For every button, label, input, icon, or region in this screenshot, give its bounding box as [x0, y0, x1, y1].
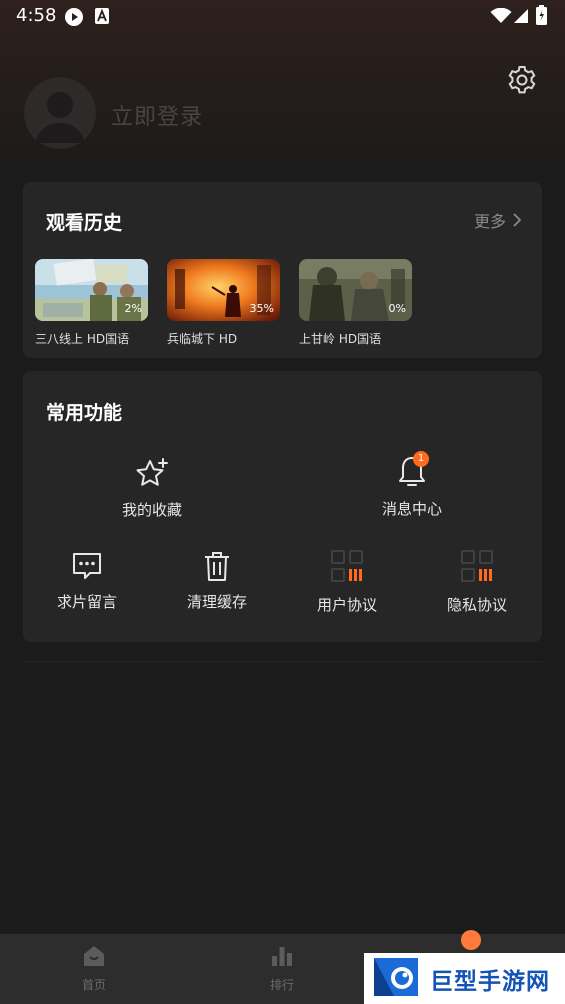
avatar[interactable]: [24, 77, 96, 149]
message-center-label: 消息中心: [381, 500, 442, 518]
status-bar: 4:58: [0, 0, 565, 32]
status-time: 4:58: [16, 5, 57, 26]
watch-progress: 0%: [388, 302, 406, 315]
watch-history-card: 观看历史 更多 2% 三八线上 HD国语 35% 兵临城下 HD 0% 上甘岭 …: [23, 182, 542, 358]
home-icon: [84, 946, 104, 966]
history-title: 三八线上 HD国语: [35, 332, 130, 346]
nav-rank[interactable]: 排行: [222, 944, 342, 993]
settings-gear-icon[interactable]: [506, 64, 538, 96]
wifi-icon: [490, 8, 512, 23]
watch-history-title: 观看历史: [46, 212, 123, 234]
watermark-logo: 巨型手游网: [364, 953, 565, 1004]
play-notification-icon: [65, 8, 83, 26]
message-badge: 1: [413, 451, 429, 467]
privacy-agreement-label: 隐私协议: [446, 596, 507, 614]
watermark-logo-icon: [374, 957, 418, 996]
request-movie-label: 求片留言: [56, 593, 117, 611]
clear-cache-label: 清理缓存: [186, 593, 247, 611]
nav-rank-label: 排行: [269, 978, 294, 992]
history-thumbnail-1[interactable]: 2%: [35, 259, 148, 321]
message-center-button[interactable]: 1 消息中心: [352, 451, 472, 519]
user-agreement-button[interactable]: 用户协议: [287, 549, 407, 615]
nav-profile-icon[interactable]: [461, 930, 481, 950]
favorites-button[interactable]: 我的收藏: [92, 457, 212, 520]
watch-progress: 35%: [249, 302, 274, 315]
nav-home-label: 首页: [81, 978, 106, 992]
chevron-right-icon: [513, 213, 522, 227]
watermark-text: 巨型手游网: [430, 968, 550, 995]
star-sparkle-icon: [136, 458, 168, 486]
nav-home[interactable]: 首页: [34, 944, 154, 993]
request-movie-button[interactable]: 求片留言: [27, 549, 147, 612]
divider: [23, 661, 542, 662]
user-agreement-label: 用户协议: [316, 596, 377, 614]
trash-icon: [205, 552, 229, 581]
history-title: 兵临城下 HD: [167, 332, 238, 346]
common-functions-card: 常用功能 我的收藏 1 消息中心 求片留言 清理缓存 用户协议 隐私协议: [23, 371, 542, 642]
clear-cache-button[interactable]: 清理缓存: [157, 549, 277, 612]
privacy-agreement-button[interactable]: 隐私协议: [417, 549, 537, 615]
user-silhouette-icon: [36, 92, 84, 143]
history-title: 上甘岭 HD国语: [299, 332, 382, 346]
watch-progress: 2%: [124, 302, 142, 315]
battery-icon: [536, 5, 547, 25]
bar-chart-icon: [272, 947, 292, 966]
document-grid-icon: [461, 550, 493, 582]
login-link[interactable]: 立即登录: [111, 99, 203, 131]
history-thumbnail-2[interactable]: 35%: [167, 259, 280, 321]
more-button[interactable]: 更多: [474, 208, 522, 232]
app-notification-icon: [95, 8, 109, 24]
history-thumbnail-3[interactable]: 0%: [299, 259, 412, 321]
more-label: 更多: [473, 212, 506, 231]
common-functions-title: 常用功能: [46, 402, 123, 424]
chat-bubble-icon: [73, 553, 101, 579]
signal-icon: [514, 9, 528, 23]
document-grid-icon: [331, 550, 363, 582]
favorites-label: 我的收藏: [121, 501, 182, 519]
